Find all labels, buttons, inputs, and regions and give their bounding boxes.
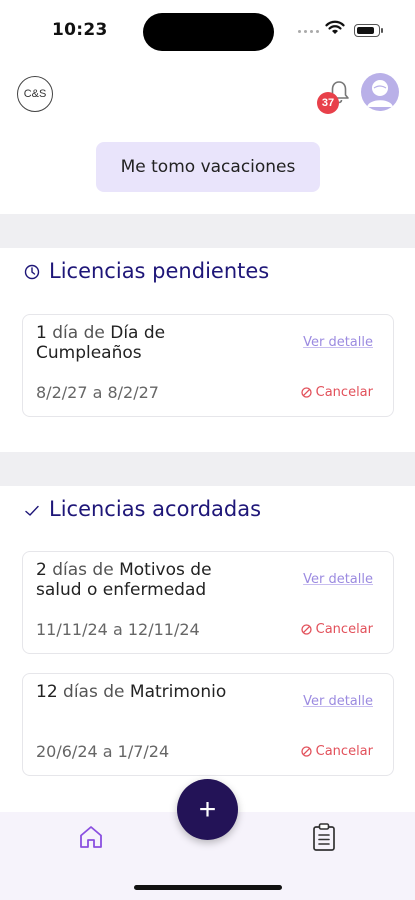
company-logo: C&S bbox=[17, 76, 53, 112]
cancel-button[interactable]: Cancelar bbox=[300, 385, 373, 400]
notifications-badge: 37 bbox=[317, 92, 339, 114]
clock-icon bbox=[24, 264, 40, 280]
cancel-label: Cancelar bbox=[315, 622, 373, 637]
view-detail-link[interactable]: Ver detalle bbox=[303, 694, 373, 709]
dynamic-island bbox=[143, 13, 274, 51]
leave-dates: 11/11/24 a 12/11/24 bbox=[36, 620, 200, 639]
wifi-icon bbox=[325, 20, 345, 34]
view-detail-link[interactable]: Ver detalle bbox=[303, 335, 373, 350]
leave-days-unit: día de bbox=[52, 323, 105, 343]
leave-dates: 8/2/27 a 8/2/27 bbox=[36, 383, 159, 402]
agreed-leaves-title: Licencias acordadas bbox=[49, 497, 262, 521]
user-icon bbox=[367, 80, 393, 107]
battery-level bbox=[356, 26, 374, 34]
take-vacation-button[interactable]: Me tomo vacaciones bbox=[96, 142, 320, 192]
leave-dates: 20/6/24 a 1/7/24 bbox=[36, 742, 170, 761]
leave-card-title: 2 días de Motivos de salud o enfermedad bbox=[36, 560, 251, 600]
leave-days-unit: días de bbox=[52, 560, 114, 580]
view-detail-link[interactable]: Ver detalle bbox=[303, 572, 373, 587]
add-button[interactable]: + bbox=[177, 779, 238, 840]
home-indicator bbox=[134, 885, 282, 890]
leave-days-count: 12 bbox=[36, 682, 58, 702]
leave-card: 1 día de Día de Cumpleaños Ver detalle 8… bbox=[22, 314, 394, 417]
leave-days-unit: días de bbox=[63, 682, 125, 702]
app-bar: C&S 37 bbox=[0, 62, 415, 122]
status-time: 10:23 bbox=[52, 20, 108, 40]
cancel-label: Cancelar bbox=[315, 744, 373, 759]
cancel-icon bbox=[300, 746, 312, 757]
signal-icon bbox=[298, 30, 320, 34]
cancel-label: Cancelar bbox=[315, 385, 373, 400]
avatar[interactable] bbox=[361, 73, 399, 111]
cancel-button[interactable]: Cancelar bbox=[300, 744, 373, 759]
leave-type: Matrimonio bbox=[129, 682, 227, 702]
leave-days-count: 2 bbox=[36, 560, 47, 580]
cancel-icon bbox=[300, 624, 312, 635]
check-icon bbox=[25, 505, 39, 516]
pending-leaves-title: Licencias pendientes bbox=[49, 259, 270, 283]
cancel-button[interactable]: Cancelar bbox=[300, 622, 373, 637]
hero-section: Me tomo vacaciones bbox=[0, 122, 415, 214]
leave-days-count: 1 bbox=[36, 323, 47, 343]
leave-card: 2 días de Motivos de salud o enfermedad … bbox=[22, 551, 394, 654]
section-divider bbox=[0, 452, 415, 486]
leave-card-title: 12 días de Matrimonio bbox=[36, 682, 251, 702]
home-icon[interactable] bbox=[78, 824, 104, 850]
leave-card-title: 1 día de Día de Cumpleaños bbox=[36, 323, 251, 363]
cancel-icon bbox=[300, 387, 312, 398]
section-divider bbox=[0, 214, 415, 248]
status-bar: 10:23 bbox=[0, 0, 415, 62]
battery-icon bbox=[354, 24, 383, 37]
leave-card: 12 días de Matrimonio Ver detalle 20/6/2… bbox=[22, 673, 394, 776]
clipboard-icon[interactable] bbox=[311, 822, 337, 852]
